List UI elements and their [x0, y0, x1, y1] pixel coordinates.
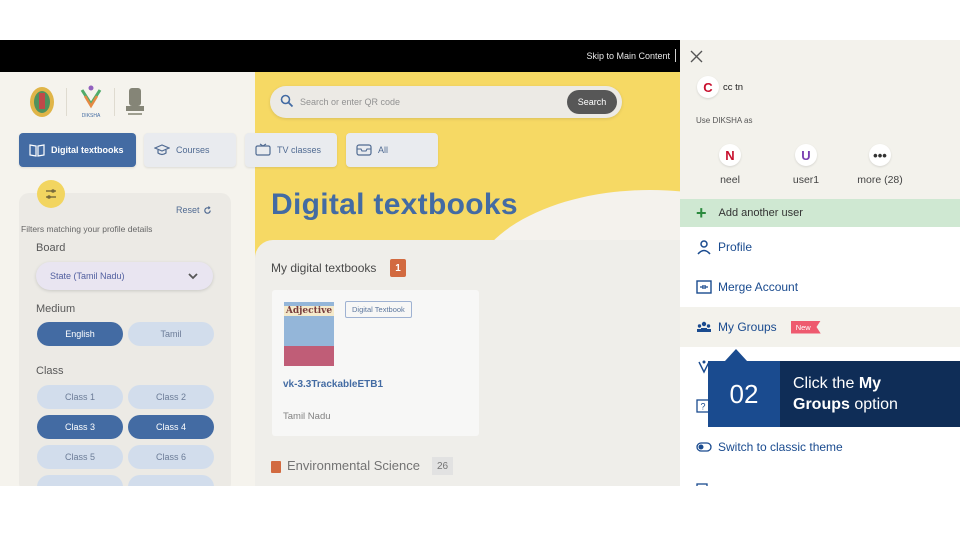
- callout-text: option: [854, 396, 898, 413]
- logout-icon: [696, 483, 708, 486]
- add-another-user-button[interactable]: + Add another user: [680, 199, 960, 227]
- new-badge: New: [790, 320, 821, 334]
- top-bar-divider: [675, 49, 676, 62]
- current-user-avatar: C: [697, 76, 719, 98]
- user-icon: [697, 240, 711, 255]
- add-user-label: Add another user: [718, 207, 803, 219]
- profile-avatar-neel[interactable]: N: [719, 144, 741, 166]
- plus-icon: +: [696, 203, 707, 223]
- menu-item-label: My Groups: [718, 320, 777, 334]
- current-user-name: cc tn: [723, 82, 744, 93]
- close-icon[interactable]: [690, 50, 703, 63]
- skip-to-main-link[interactable]: Skip to Main Content: [586, 51, 670, 61]
- use-as-label: Use DIKSHA as: [696, 116, 753, 125]
- toggle-icon: [696, 442, 712, 452]
- menu-item-label: Switch to classic theme: [718, 440, 843, 454]
- menu-item-label: Merge Account: [718, 280, 799, 294]
- menu-item-hidden[interactable]: [680, 467, 960, 486]
- menu-item-switch-theme[interactable]: Switch to classic theme: [680, 427, 960, 467]
- menu-item-profile[interactable]: Profile: [680, 227, 960, 267]
- svg-text:?: ?: [700, 402, 705, 412]
- menu-item-my-groups[interactable]: My Groups New: [680, 307, 960, 347]
- callout-emphasis: Groups: [793, 396, 850, 413]
- callout-text: Click the: [793, 375, 855, 392]
- menu-item-merge-account[interactable]: Merge Account: [680, 267, 960, 307]
- more-profiles-label[interactable]: more (28): [850, 174, 910, 186]
- groups-icon: [697, 321, 711, 332]
- menu-item-label: Profile: [718, 240, 753, 254]
- app-screenshot: DIKSHA Search Digital textbooks Courses …: [0, 40, 960, 486]
- callout-step-number: 02: [708, 361, 780, 427]
- merge-icon: [696, 280, 712, 294]
- page-background: DIKSHA Search Digital textbooks Courses …: [0, 40, 680, 486]
- profile-avatar-user1[interactable]: U: [795, 144, 817, 166]
- more-profiles-icon[interactable]: •••: [869, 144, 891, 166]
- callout-pointer: [725, 349, 747, 361]
- drawer-backdrop[interactable]: [0, 72, 680, 486]
- callout-emphasis: My: [858, 375, 882, 392]
- profile-name[interactable]: user1: [776, 174, 836, 186]
- callout-instruction: Click the My Groups option: [780, 361, 960, 427]
- profile-name[interactable]: neel: [700, 174, 760, 186]
